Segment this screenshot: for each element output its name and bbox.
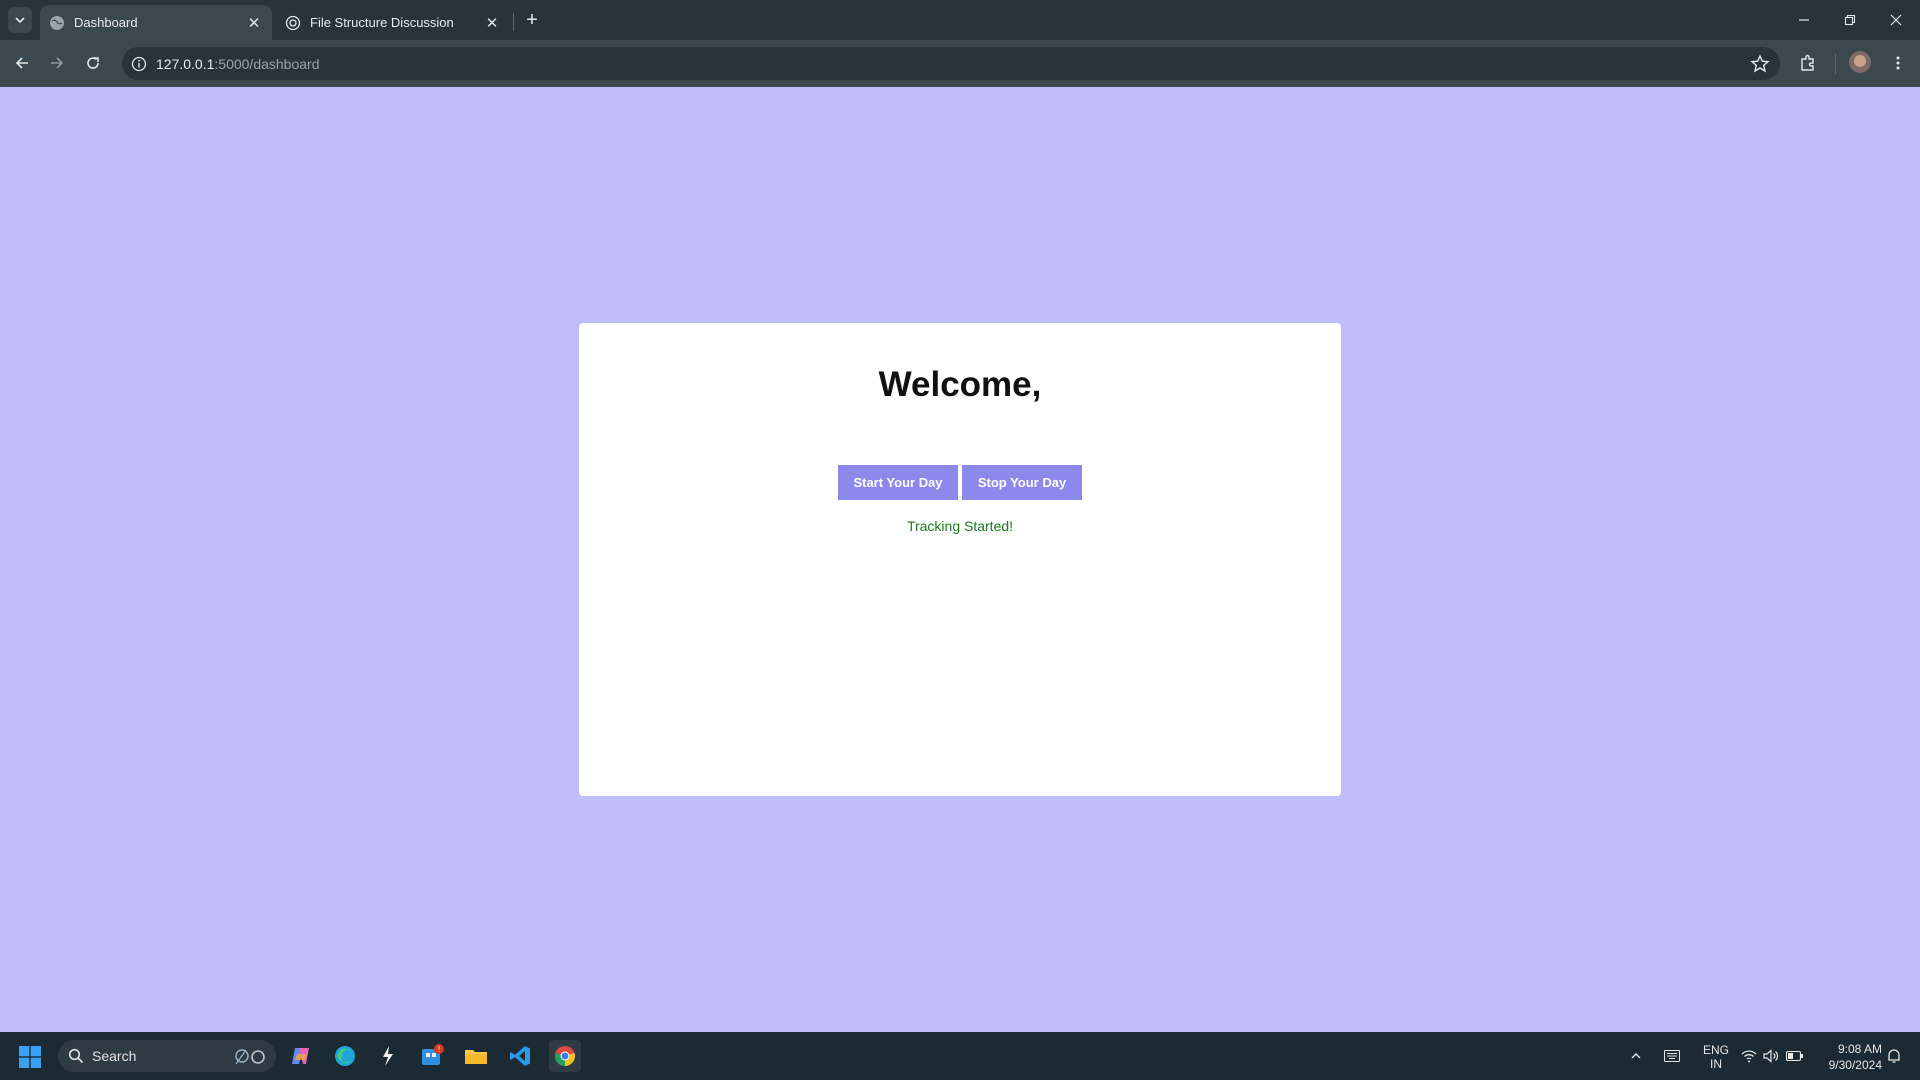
url-path: :5000/dashboard (214, 55, 320, 72)
tab-dashboard[interactable]: Dashboard ✕ (40, 5, 272, 40)
welcome-heading: Welcome, (878, 365, 1042, 404)
tab-divider (513, 13, 514, 31)
more-vert-icon (1896, 56, 1900, 70)
reload-icon (87, 57, 99, 69)
language-indicator[interactable]: ENG IN (1698, 1043, 1734, 1071)
store-app-icon[interactable]: ! (416, 1040, 448, 1072)
region-code: IN (1710, 1057, 1722, 1071)
arrow-right-icon (51, 57, 64, 69)
close-icon (1890, 14, 1902, 26)
show-hidden-icons-button[interactable] (1630, 1032, 1642, 1080)
close-tab-icon[interactable]: ✕ (482, 13, 502, 33)
search-highlight-icon (235, 1049, 265, 1065)
arc-app-icon[interactable] (372, 1040, 404, 1072)
time-text: 9:08 AM (1837, 1042, 1882, 1056)
globe-icon (49, 15, 65, 31)
openai-icon (285, 15, 301, 31)
stop-your-day-button[interactable]: Stop Your Day (962, 465, 1082, 500)
minimize-icon (1799, 19, 1809, 21)
close-tab-icon[interactable]: ✕ (244, 13, 264, 33)
bookmark-star-icon[interactable] (1750, 54, 1770, 74)
chevron-up-icon (1631, 1053, 1641, 1059)
minimize-button[interactable] (1781, 0, 1827, 40)
restore-icon (1844, 14, 1856, 26)
tab-search-button[interactable] (8, 7, 32, 33)
notifications-button[interactable] (1886, 1032, 1902, 1080)
url-text: 127.0.0.1:5000/dashboard (156, 56, 319, 72)
extensions-button[interactable] (1794, 49, 1822, 77)
back-button[interactable] (7, 48, 37, 78)
browser-chrome: Dashboard ✕ File Structure Discussion ✕ … (0, 0, 1920, 87)
new-tab-button[interactable]: + (520, 8, 544, 32)
toolbar-divider (1835, 54, 1836, 74)
volume-icon[interactable] (1763, 1032, 1779, 1080)
close-window-button[interactable] (1873, 0, 1919, 40)
battery-icon[interactable] (1786, 1032, 1804, 1080)
forward-button[interactable] (42, 48, 72, 78)
menu-button[interactable] (1884, 49, 1912, 77)
windows-logo-icon (19, 1046, 41, 1068)
start-your-day-button[interactable]: Start Your Day (838, 465, 958, 500)
browser-toolbar: 127.0.0.1:5000/dashboard (0, 40, 1920, 87)
url-host: 127.0.0.1 (156, 55, 215, 72)
edge-app-icon[interactable] (329, 1040, 361, 1072)
chevron-down-icon (15, 17, 25, 24)
date-text: 9/30/2024 (1828, 1058, 1882, 1072)
vscode-app-icon[interactable] (504, 1040, 536, 1072)
tab-strip: Dashboard ✕ File Structure Discussion ✕ … (0, 0, 1920, 40)
taskbar-search[interactable]: Search (58, 1040, 276, 1072)
windows-start-button[interactable] (19, 1046, 41, 1068)
profile-avatar[interactable] (1849, 51, 1871, 73)
chrome-app-icon[interactable] (549, 1040, 581, 1072)
keyboard-icon[interactable] (1664, 1032, 1680, 1080)
copilot-app-icon[interactable] (285, 1040, 317, 1072)
arrow-left-icon (15, 57, 28, 69)
bell-icon (1888, 1049, 1900, 1063)
tab-title: Dashboard (74, 15, 138, 30)
tab-file-structure-discussion[interactable]: File Structure Discussion ✕ (276, 5, 510, 40)
wifi-icon[interactable] (1741, 1032, 1757, 1080)
file-explorer-app-icon[interactable] (460, 1040, 492, 1072)
lang-code: ENG (1702, 1043, 1729, 1057)
reload-button[interactable] (78, 48, 108, 78)
tab-title: File Structure Discussion (310, 15, 454, 30)
dashboard-card: Welcome, Start Your Day Stop Your Day Tr… (579, 323, 1341, 796)
search-label: Search (92, 1048, 137, 1064)
info-icon[interactable] (131, 56, 147, 72)
puzzle-icon (1801, 54, 1814, 71)
search-icon (68, 1048, 84, 1064)
tracking-status-text: Tracking Started! (906, 518, 1014, 534)
address-bar[interactable]: 127.0.0.1:5000/dashboard (122, 47, 1780, 80)
restore-button[interactable] (1827, 0, 1873, 40)
notification-badge: ! (438, 1045, 440, 1054)
taskbar: Search ! ENG IN 9:08 AM 9/30/2024 (0, 1032, 1920, 1080)
clock[interactable]: 9:08 AM 9/30/2024 (1812, 1041, 1882, 1073)
